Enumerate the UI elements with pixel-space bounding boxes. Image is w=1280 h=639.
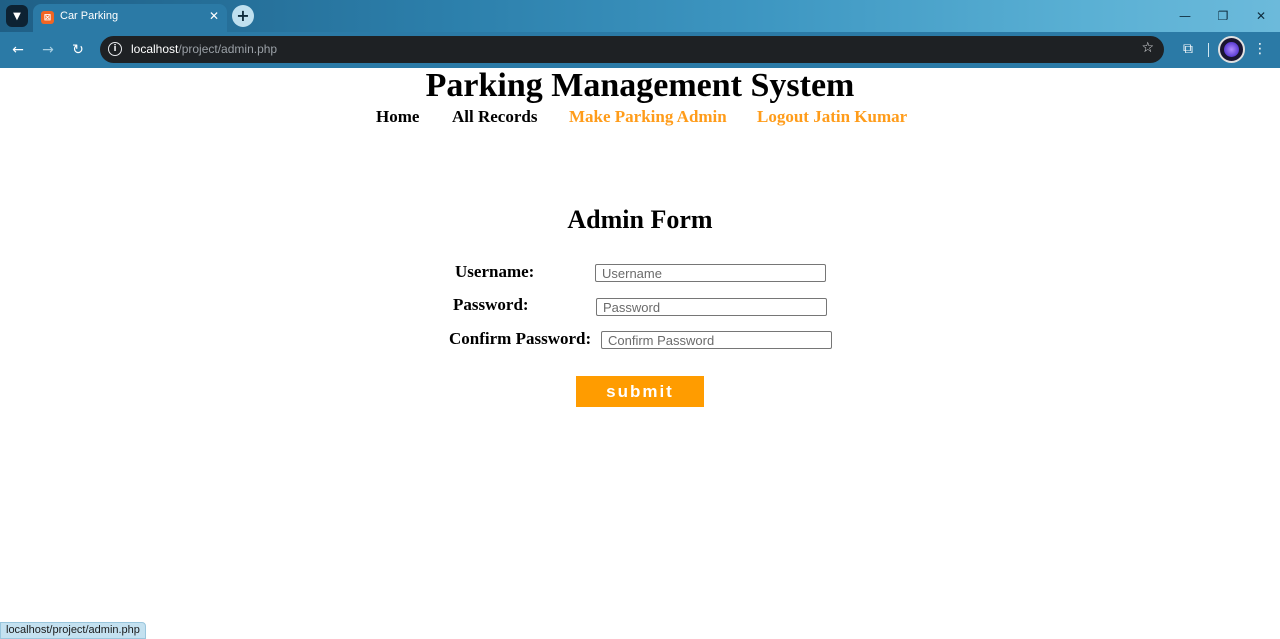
close-icon[interactable]: ✕ xyxy=(209,9,219,23)
tab-strip: ▼ ⊠ Car Parking ✕ + — ❐ ✕ xyxy=(0,0,1280,32)
extensions-icon[interactable]: ⧉ xyxy=(1179,40,1197,58)
tab-car-parking[interactable]: ⊠ Car Parking ✕ xyxy=(33,4,227,32)
nav-home-link[interactable]: Home xyxy=(376,107,419,127)
toolbar-divider xyxy=(1208,43,1209,57)
reload-icon[interactable]: ↻ xyxy=(69,41,87,59)
status-url-bubble: localhost/project/admin.php xyxy=(0,622,146,639)
username-input[interactable] xyxy=(595,264,826,282)
confirm-password-input[interactable] xyxy=(601,331,832,349)
minimize-icon[interactable]: — xyxy=(1166,0,1204,32)
password-label: Password: xyxy=(453,295,529,314)
form-title: Admin Form xyxy=(567,205,713,234)
xampp-icon: ⊠ xyxy=(41,11,54,24)
restore-icon[interactable]: ❐ xyxy=(1204,0,1242,32)
bookmark-star-icon[interactable]: ☆ xyxy=(1141,40,1154,56)
username-label: Username: xyxy=(455,262,535,281)
tab-title: Car Parking xyxy=(60,10,119,22)
back-icon[interactable]: ← xyxy=(9,41,27,59)
tab-search-icon[interactable]: ▼ xyxy=(6,5,28,27)
submit-button[interactable]: submit xyxy=(576,376,704,407)
url-text[interactable]: localhost/project/admin.php xyxy=(131,42,277,56)
browser-toolbar: ← → ↻ i localhost/project/admin.php ☆ xyxy=(0,32,1280,68)
more-menu-icon[interactable]: ⋮ xyxy=(1253,40,1267,58)
site-info-icon[interactable]: i xyxy=(108,42,122,56)
new-tab-button[interactable]: + xyxy=(232,5,254,27)
nav-logout-link[interactable]: Logout Jatin Kumar xyxy=(757,107,907,127)
forward-icon[interactable]: → xyxy=(39,41,57,59)
profile-avatar[interactable] xyxy=(1218,36,1245,63)
address-bar[interactable]: i localhost/project/admin.php ☆ xyxy=(100,36,1164,63)
nav-all-records-link[interactable]: All Records xyxy=(452,107,537,127)
window-close-icon[interactable]: ✕ xyxy=(1242,0,1280,32)
password-input[interactable] xyxy=(596,298,827,316)
confirm-password-label: Confirm Password: xyxy=(449,329,592,348)
avatar-image xyxy=(1224,42,1239,57)
nav-make-admin-link[interactable]: Make Parking Admin xyxy=(569,107,727,127)
page-title: Parking Management System xyxy=(425,67,855,104)
